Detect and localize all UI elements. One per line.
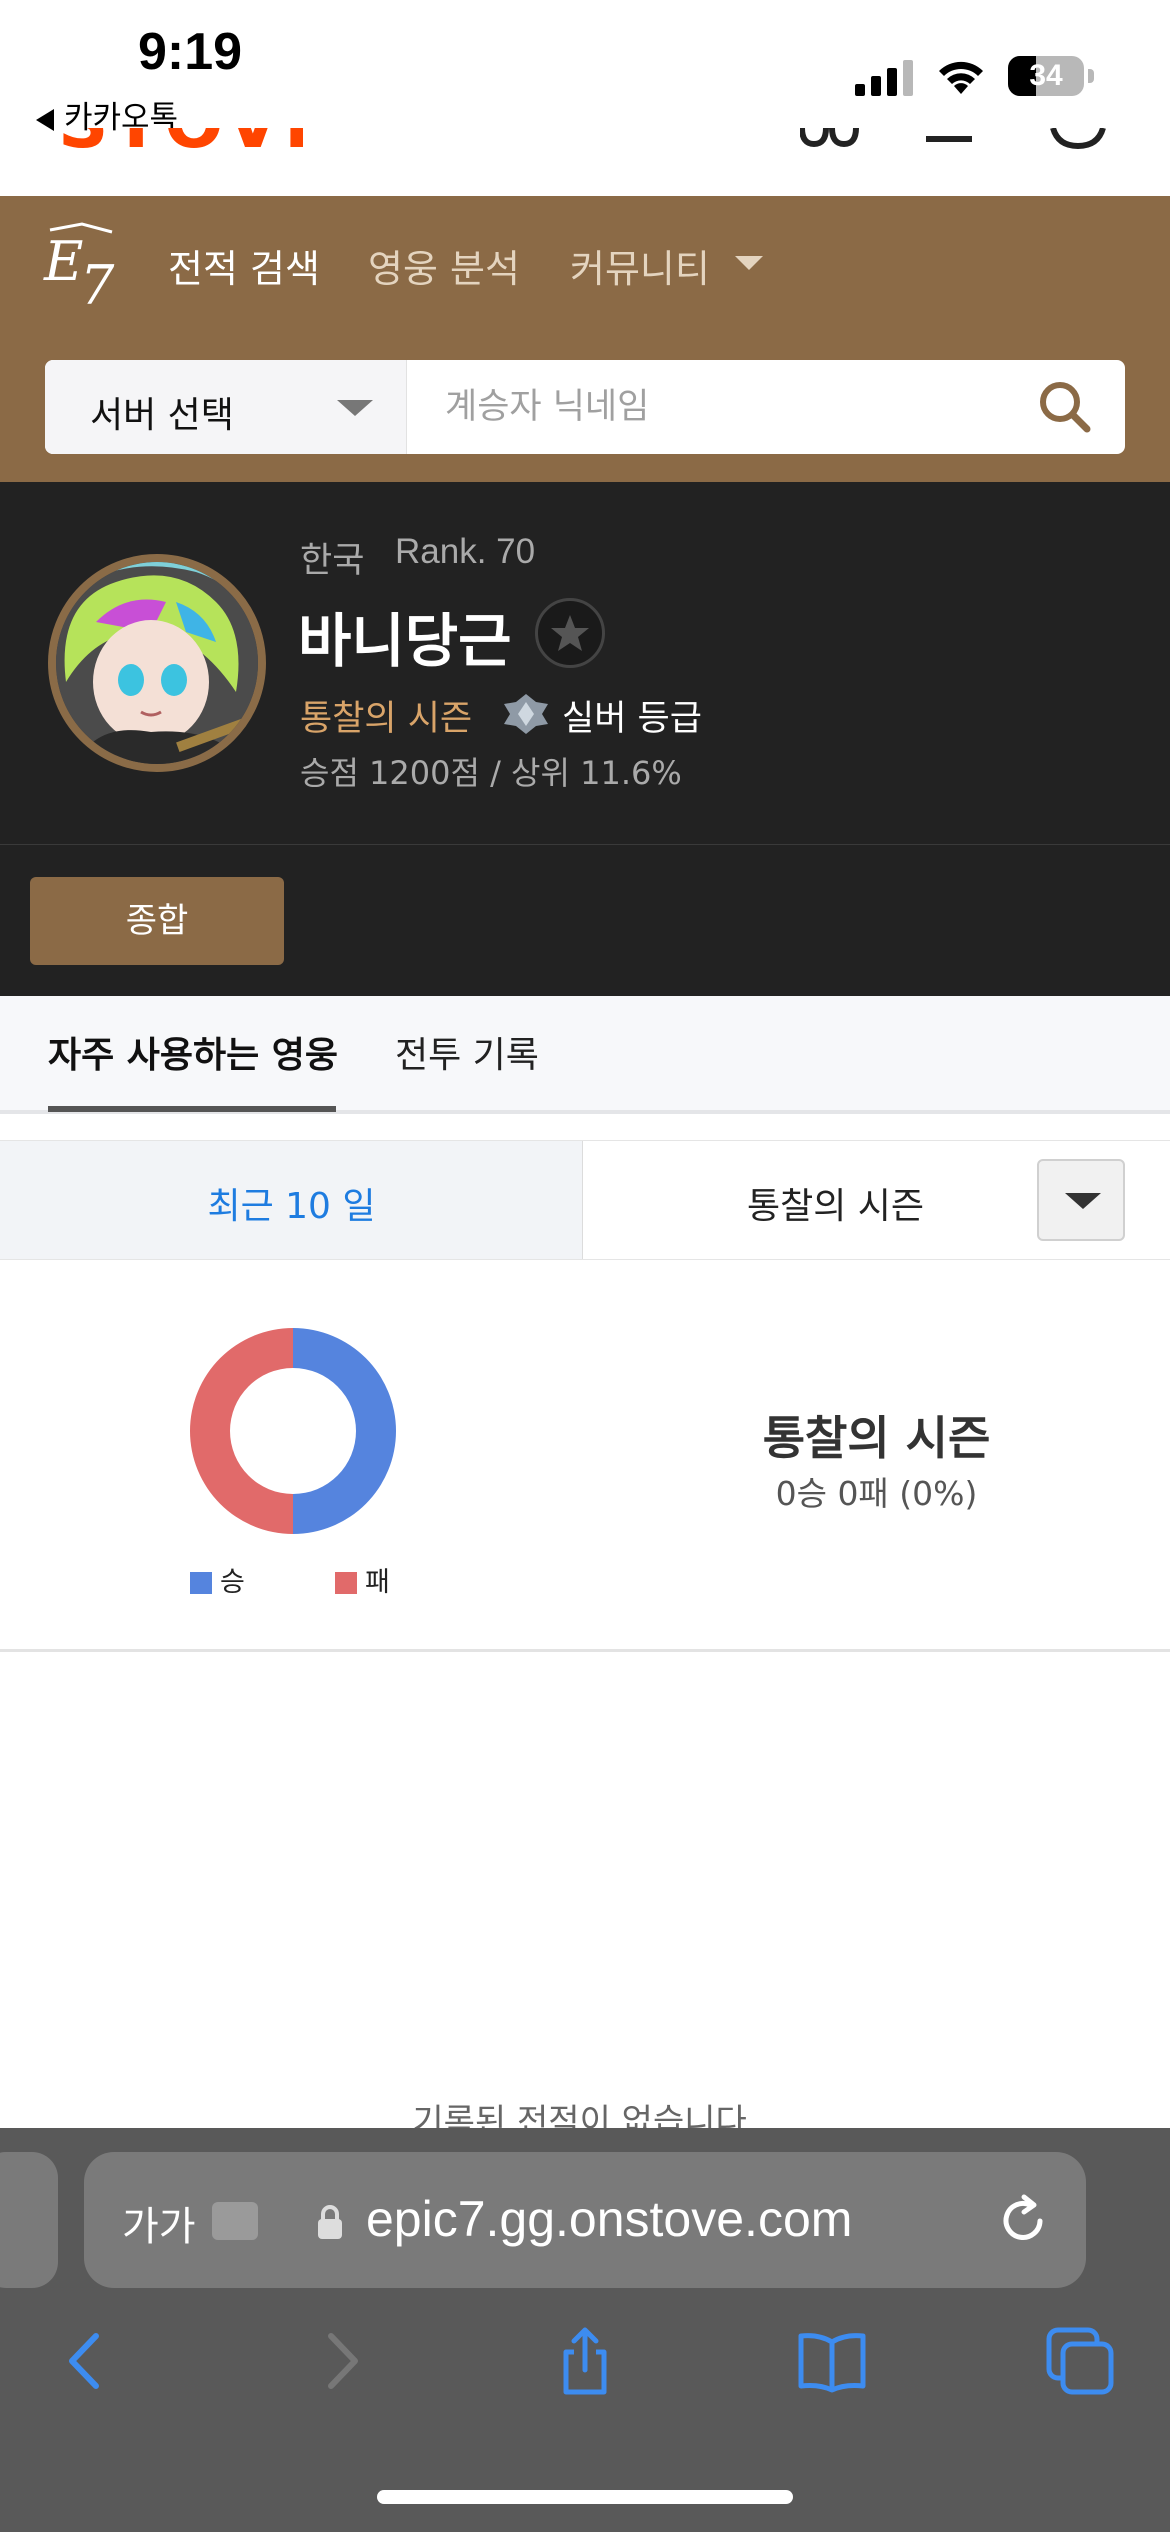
season-name: 통찰의 시즌 — [300, 699, 473, 739]
season-dropdown-button[interactable] — [1037, 1159, 1125, 1241]
lock-icon — [318, 2205, 342, 2239]
extension-icon[interactable] — [212, 2202, 258, 2240]
server-select[interactable]: 서버 선택 — [45, 360, 407, 454]
svg-text:7: 7 — [80, 254, 115, 308]
legend-win-label: 승 — [220, 1567, 245, 1598]
dropdown-arrow-icon — [337, 400, 373, 416]
nav-record-search[interactable]: 전적 검색 — [168, 238, 320, 293]
bookmarks-icon[interactable] — [797, 2326, 867, 2396]
text-size-button[interactable]: 가가 — [122, 2194, 196, 2252]
back-triangle-icon — [36, 108, 54, 131]
silver-grade-icon — [504, 694, 548, 734]
nickname-search-input[interactable] — [445, 360, 1025, 454]
reload-icon[interactable] — [994, 2192, 1052, 2250]
e7-logo[interactable]: E 7 — [42, 220, 120, 308]
win-loss-donut — [190, 1328, 396, 1534]
share-icon[interactable] — [550, 2326, 620, 2396]
player-region: 한국 — [300, 541, 365, 581]
tabs-icon[interactable] — [1045, 2326, 1115, 2396]
filter-row: 최근 10 일 통찰의 시즌 — [0, 1140, 1170, 1260]
cellular-signal-icon — [855, 60, 915, 96]
header-icons-partial — [800, 128, 1106, 150]
donut-loss-segment — [190, 1328, 293, 1534]
url-text: epic7.gg.onstove.com — [366, 2191, 853, 2247]
battery-icon: 34 — [1008, 56, 1084, 96]
legend-win: 승 — [190, 1560, 245, 1599]
season-stats: 승 패 통찰의 시즌 0승 0패 (0%) — [0, 1262, 1170, 1652]
legend-loss: 패 — [335, 1560, 390, 1599]
address-bar[interactable]: 가가 epic7.gg.onstove.com — [84, 2152, 1086, 2288]
main-nav: E 7 전적 검색 영웅 분석 커뮤니티 — [0, 196, 1170, 332]
svg-text:E: E — [43, 230, 83, 293]
player-grade: 실버 등급 — [562, 699, 702, 739]
tab-frequent-heroes[interactable]: 자주 사용하는 영웅 — [48, 1026, 338, 1078]
sub-tabs: 자주 사용하는 영웅 전투 기록 — [0, 996, 1170, 1114]
site-logo[interactable]: STOVE — [58, 128, 303, 152]
avatar — [48, 554, 266, 772]
status-time: 9:19 — [138, 23, 243, 81]
recent-days-filter[interactable]: 최근 10 일 — [0, 1141, 583, 1259]
legend-loss-label: 패 — [365, 1567, 390, 1598]
player-profile: 한국 Rank. 70 바니당근 통찰의 시즌 실버 등급 승점 1200점 /… — [0, 482, 1170, 844]
overall-button[interactable]: 종합 — [30, 877, 284, 965]
season-filter[interactable]: 통찰의 시즌 — [583, 1141, 1170, 1259]
chevron-down-icon[interactable] — [735, 256, 763, 270]
home-indicator[interactable] — [377, 2490, 793, 2504]
stats-summary: 0승 0패 (0%) — [775, 1474, 978, 1513]
nav-community[interactable]: 커뮤니티 — [570, 238, 710, 293]
wifi-icon — [939, 61, 983, 94]
previous-tab-peek[interactable] — [0, 2152, 58, 2288]
forward-arrow-icon[interactable] — [305, 2326, 375, 2396]
active-tab-indicator — [48, 1106, 336, 1112]
battery-tip — [1088, 69, 1094, 83]
star-icon — [551, 615, 589, 651]
overview-tab-band: 종합 — [0, 844, 1170, 996]
battery-level: 34 — [1029, 59, 1063, 92]
tab-battle-record[interactable]: 전투 기록 — [395, 1026, 539, 1078]
player-name: 바니당근 — [298, 607, 512, 675]
search-section: 서버 선택 — [0, 332, 1170, 482]
recent-days-label: 최근 10 일 — [207, 1186, 376, 1227]
player-rank: Rank. 70 — [395, 532, 536, 571]
back-arrow-icon[interactable] — [52, 2326, 122, 2396]
status-bar: 9:19 카카오톡 34 STOVE — [0, 0, 1170, 196]
nav-hero-analysis[interactable]: 영웅 분석 — [368, 238, 520, 293]
donut-win-segment — [293, 1328, 396, 1534]
favorite-button[interactable] — [535, 598, 605, 668]
season-filter-label: 통찰의 시즌 — [746, 1186, 925, 1227]
stats-season-title: 통찰의 시즌 — [762, 1411, 991, 1465]
search-icon[interactable] — [1035, 377, 1095, 437]
server-select-label: 서버 선택 — [90, 395, 234, 436]
player-score: 승점 1200점 / 상위 11.6% — [300, 754, 682, 792]
search-box: 서버 선택 — [45, 360, 1125, 454]
